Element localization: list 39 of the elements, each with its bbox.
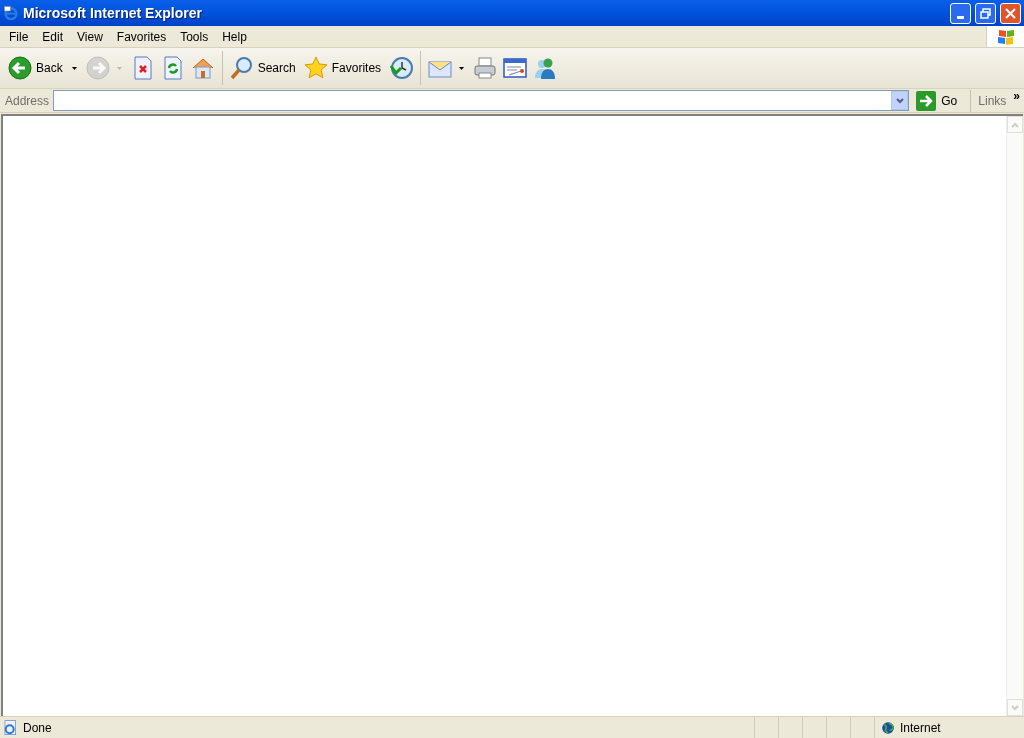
house-icon [190, 56, 215, 80]
printer-icon [473, 56, 498, 80]
go-button[interactable]: Go [913, 90, 961, 111]
flag-logo-icon [996, 28, 1015, 45]
zone-text: Internet [900, 719, 941, 737]
restore-icon [980, 7, 991, 19]
menu-item[interactable]: Favorites [109, 27, 174, 46]
magnifier-icon [229, 56, 254, 80]
dropdown-button[interactable] [891, 91, 909, 110]
menu-item[interactable]: Help [215, 27, 254, 46]
links-label[interactable]: Links [975, 91, 1010, 110]
globe-icon [881, 720, 895, 735]
people-icon [533, 56, 558, 80]
toolbar-button[interactable]: Favorites [301, 51, 386, 85]
status-text: Done [23, 719, 52, 737]
chevron-up-icon [1011, 121, 1019, 128]
page-icon [3, 719, 19, 736]
chevron-down-icon [895, 97, 904, 104]
caret-icon [116, 66, 122, 70]
toolbar-button[interactable]: Back [6, 51, 82, 85]
close-button[interactable] [1000, 2, 1021, 24]
clock-icon [389, 56, 414, 80]
close-icon [1005, 7, 1016, 19]
menu-item[interactable]: Edit [35, 27, 71, 46]
address-label: Address [5, 92, 50, 110]
caret-icon [71, 66, 77, 70]
chevron-button[interactable]: » [1013, 90, 1024, 102]
chevron-down-icon [1011, 704, 1019, 711]
edit-document-icon [503, 56, 528, 80]
menu-item[interactable]: File [2, 27, 36, 46]
restore-button[interactable] [975, 2, 996, 24]
toolbar-button[interactable]: Search [227, 51, 300, 85]
minimize-button[interactable] [950, 2, 971, 24]
menu-item[interactable]: Tools [173, 27, 216, 46]
star-icon [303, 56, 328, 80]
caret-icon [459, 66, 465, 70]
menu-item[interactable]: View [70, 27, 110, 46]
window-title: Microsoft Internet Explorer [23, 3, 202, 23]
address-field[interactable] [53, 90, 910, 111]
